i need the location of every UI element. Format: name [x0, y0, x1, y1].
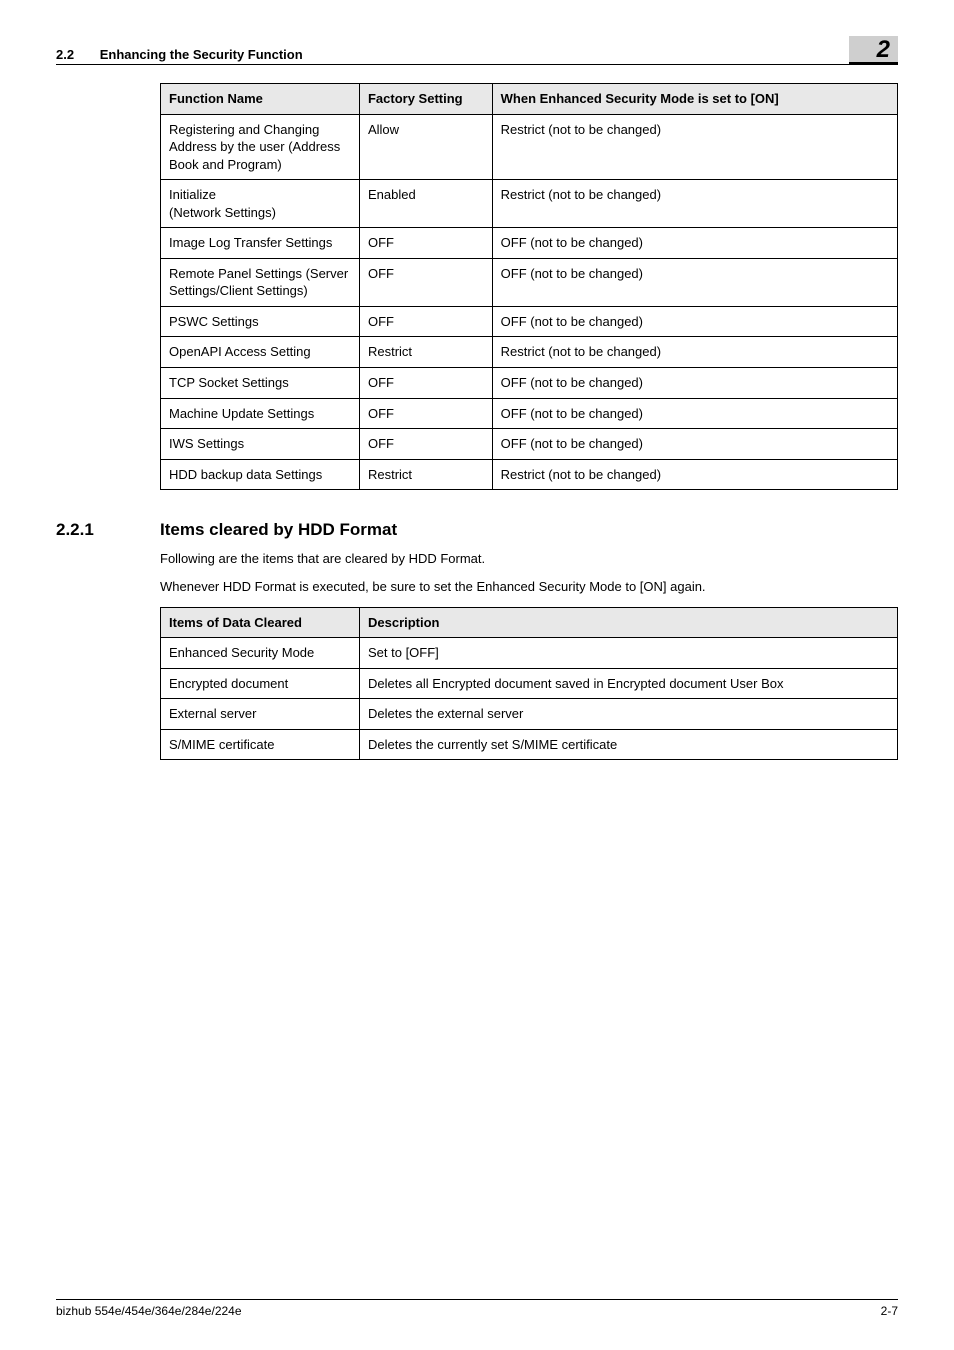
subsection-number: 2.2.1	[56, 520, 160, 540]
col-header: When Enhanced Security Mode is set to [O…	[492, 84, 897, 115]
header-section-number: 2.2	[56, 47, 74, 62]
table-cell: Enhanced Security Mode	[161, 638, 360, 669]
footer-left: bizhub 554e/454e/364e/284e/224e	[56, 1304, 242, 1318]
table-cell: Remote Panel Settings (Server Settings/C…	[161, 258, 360, 306]
table-row: Machine Update SettingsOFFOFF (not to be…	[161, 398, 898, 429]
table-cell: Set to [OFF]	[359, 638, 897, 669]
table-cell: OFF	[359, 398, 492, 429]
table-row: OpenAPI Access SettingRestrictRestrict (…	[161, 337, 898, 368]
table-row: Image Log Transfer SettingsOFFOFF (not t…	[161, 228, 898, 259]
table-row: External serverDeletes the external serv…	[161, 699, 898, 730]
table-cell: OFF (not to be changed)	[492, 228, 897, 259]
items-cleared-table: Items of Data Cleared Description Enhanc…	[160, 607, 898, 761]
page-footer: bizhub 554e/454e/364e/284e/224e 2-7	[56, 1299, 898, 1318]
table-cell: External server	[161, 699, 360, 730]
table-cell: IWS Settings	[161, 429, 360, 460]
table-row: PSWC SettingsOFFOFF (not to be changed)	[161, 306, 898, 337]
table-cell: OFF (not to be changed)	[492, 429, 897, 460]
table-cell: OFF (not to be changed)	[492, 258, 897, 306]
table-row: Registering and Changing Address by the …	[161, 114, 898, 180]
table-cell: Deletes the currently set S/MIME certifi…	[359, 729, 897, 760]
col-header: Factory Setting	[359, 84, 492, 115]
table-cell: PSWC Settings	[161, 306, 360, 337]
table-cell: OpenAPI Access Setting	[161, 337, 360, 368]
table-cell: S/MIME certificate	[161, 729, 360, 760]
table-cell: Machine Update Settings	[161, 398, 360, 429]
table-cell: Registering and Changing Address by the …	[161, 114, 360, 180]
col-header: Description	[359, 607, 897, 638]
table-cell: OFF (not to be changed)	[492, 306, 897, 337]
table-row: TCP Socket SettingsOFFOFF (not to be cha…	[161, 368, 898, 399]
table-cell: Restrict (not to be changed)	[492, 459, 897, 490]
table-cell: OFF	[359, 258, 492, 306]
subsection-title: Items cleared by HDD Format	[160, 520, 397, 540]
header-section-title: Enhancing the Security Function	[100, 47, 303, 62]
table-cell: Image Log Transfer Settings	[161, 228, 360, 259]
table-cell: Restrict (not to be changed)	[492, 114, 897, 180]
table-cell: OFF	[359, 306, 492, 337]
table-cell: Initialize (Network Settings)	[161, 180, 360, 228]
table-row: IWS SettingsOFFOFF (not to be changed)	[161, 429, 898, 460]
chapter-number: 2	[877, 36, 890, 63]
chapter-number-badge: 2	[849, 36, 898, 64]
table-cell: Deletes the external server	[359, 699, 897, 730]
table-header-row: Items of Data Cleared Description	[161, 607, 898, 638]
table-cell: Encrypted document	[161, 668, 360, 699]
col-header: Function Name	[161, 84, 360, 115]
paragraph: Following are the items that are cleared…	[160, 550, 898, 568]
table-row: HDD backup data SettingsRestrictRestrict…	[161, 459, 898, 490]
table-cell: OFF (not to be changed)	[492, 368, 897, 399]
col-header: Items of Data Cleared	[161, 607, 360, 638]
table-cell: Allow	[359, 114, 492, 180]
table-cell: OFF	[359, 429, 492, 460]
table-row: Remote Panel Settings (Server Settings/C…	[161, 258, 898, 306]
table-cell: Restrict	[359, 337, 492, 368]
table-cell: Restrict (not to be changed)	[492, 180, 897, 228]
table-row: Initialize (Network Settings)EnabledRest…	[161, 180, 898, 228]
function-settings-table: Function Name Factory Setting When Enhan…	[160, 83, 898, 490]
table-cell: OFF (not to be changed)	[492, 398, 897, 429]
table-cell: Restrict	[359, 459, 492, 490]
page-header: 2.2 Enhancing the Security Function 2	[56, 36, 898, 65]
table-cell: OFF	[359, 368, 492, 399]
subsection-heading: 2.2.1 Items cleared by HDD Format	[56, 520, 898, 540]
footer-right: 2-7	[881, 1304, 898, 1318]
paragraph: Whenever HDD Format is executed, be sure…	[160, 578, 898, 596]
table-cell: Restrict (not to be changed)	[492, 337, 897, 368]
table-row: Enhanced Security ModeSet to [OFF]	[161, 638, 898, 669]
table-cell: HDD backup data Settings	[161, 459, 360, 490]
table-row: S/MIME certificateDeletes the currently …	[161, 729, 898, 760]
table-cell: Deletes all Encrypted document saved in …	[359, 668, 897, 699]
table-row: Encrypted documentDeletes all Encrypted …	[161, 668, 898, 699]
table-header-row: Function Name Factory Setting When Enhan…	[161, 84, 898, 115]
header-left: 2.2 Enhancing the Security Function	[56, 47, 303, 62]
table-cell: Enabled	[359, 180, 492, 228]
table-cell: OFF	[359, 228, 492, 259]
table-cell: TCP Socket Settings	[161, 368, 360, 399]
